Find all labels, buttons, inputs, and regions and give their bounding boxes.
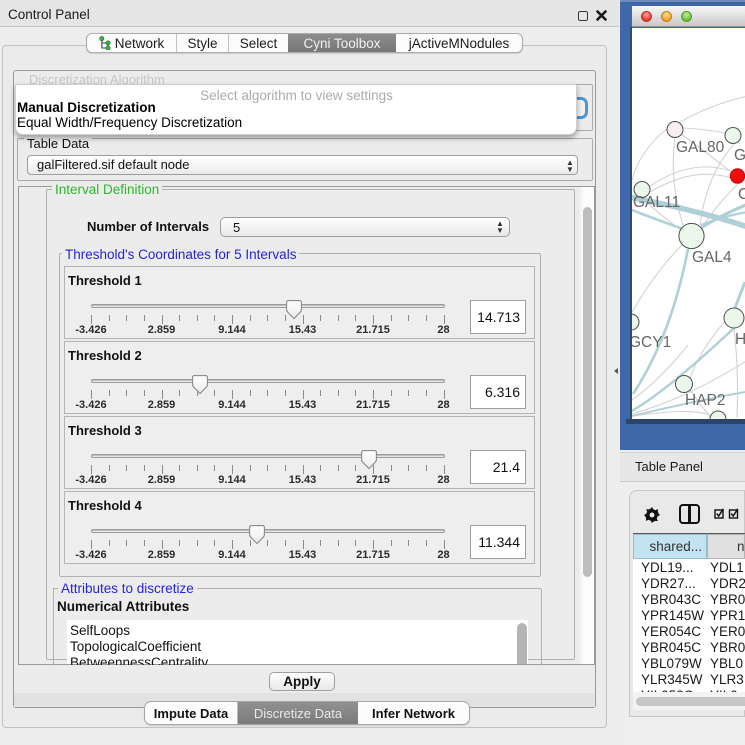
svg-text:HAP2: HAP2	[685, 392, 726, 409]
svg-text:GCY1: GCY1	[632, 334, 671, 351]
svg-text:GAL4: GAL4	[692, 249, 732, 266]
svg-text:HX: HX	[735, 331, 745, 348]
svg-text:CR: CR	[738, 186, 745, 203]
svg-text:GAL11: GAL11	[633, 194, 680, 211]
svg-text:GAL2: GAL2	[734, 147, 745, 164]
svg-text:GAL80: GAL80	[676, 139, 725, 156]
